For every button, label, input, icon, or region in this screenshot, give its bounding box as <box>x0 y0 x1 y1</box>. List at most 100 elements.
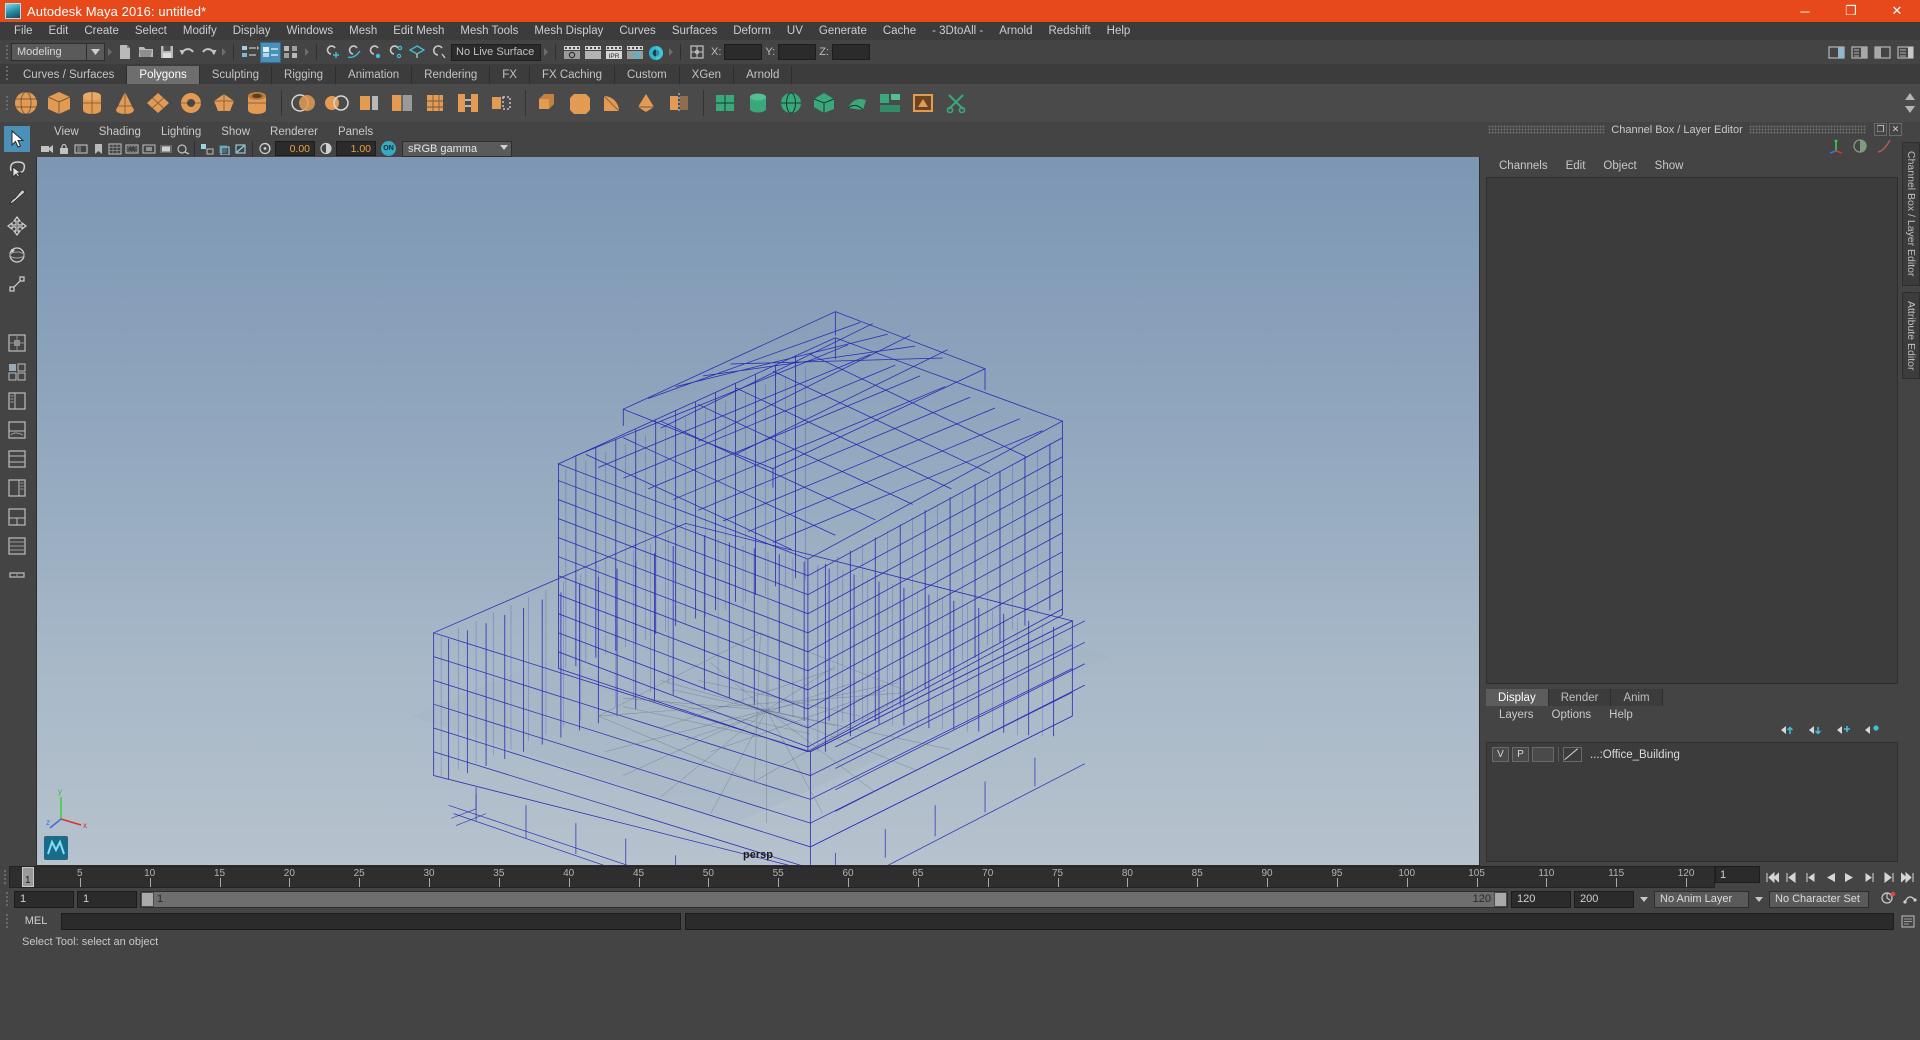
render-sequence-icon[interactable] <box>582 42 603 63</box>
bridge-icon[interactable] <box>453 88 483 118</box>
range-slider-left-handle[interactable] <box>141 891 154 907</box>
menu-item-surfaces[interactable]: Surfaces <box>664 22 725 40</box>
channel-box-content[interactable] <box>1486 177 1898 684</box>
go-to-end-button[interactable] <box>1900 870 1914 884</box>
select-by-component-type-icon[interactable] <box>281 42 302 63</box>
step-forward-key-button[interactable] <box>1881 870 1895 884</box>
step-forward-frame-button[interactable] <box>1862 870 1876 884</box>
show-hide-tool-settings-icon[interactable] <box>1872 42 1893 63</box>
snap-to-projected-center-icon[interactable] <box>385 42 406 63</box>
snap-to-point-icon[interactable] <box>364 42 385 63</box>
viewport-isolate-select-icon[interactable] <box>198 140 215 157</box>
coord-y-input[interactable] <box>778 44 817 60</box>
command-response-field[interactable] <box>685 912 1894 930</box>
mirror-geometry-icon[interactable] <box>664 88 694 118</box>
maximize-button[interactable]: ❐ <box>1828 0 1874 22</box>
panel-drag-dots-left[interactable] <box>1488 125 1606 134</box>
render-current-frame-icon[interactable] <box>561 42 582 63</box>
menu-item-modify[interactable]: Modify <box>175 22 225 40</box>
save-scene-icon[interactable] <box>156 42 177 63</box>
menu-item-deform[interactable]: Deform <box>725 22 779 40</box>
polygon-prism-icon[interactable] <box>209 88 239 118</box>
viewport-color-management-select[interactable]: sRGB gamma <box>402 140 512 157</box>
toolbar-collapse-5[interactable] <box>666 42 675 62</box>
shelf-tab-curves-surfaces[interactable]: Curves / Surfaces <box>11 66 128 84</box>
viewport-menu-shading[interactable]: Shading <box>89 126 151 138</box>
menu-item-mesh-display[interactable]: Mesh Display <box>526 22 611 40</box>
move-tool[interactable] <box>4 213 30 239</box>
create-layer-from-selection-icon[interactable] <box>1864 724 1880 740</box>
command-line-grip[interactable] <box>2 910 11 932</box>
shelf-button-grip[interactable] <box>2 92 11 114</box>
multi-cut-icon[interactable] <box>631 88 661 118</box>
uv-editor-icon[interactable] <box>908 88 938 118</box>
minimize-button[interactable]: ─ <box>1782 0 1828 22</box>
layer-editor-list[interactable]: V P ...:Office_Building <box>1486 742 1898 862</box>
polygon-plane-icon[interactable] <box>143 88 173 118</box>
uv-cylindrical-icon[interactable] <box>743 88 773 118</box>
viewport-resolution-gate-icon[interactable] <box>140 140 157 157</box>
menu-item-redshift[interactable]: Redshift <box>1040 22 1098 40</box>
snap-to-curve-icon[interactable] <box>343 42 364 63</box>
viewport-gamma-field[interactable]: 1.00 <box>336 141 376 157</box>
playback-start-time-field[interactable]: 1 <box>77 890 137 908</box>
mel-label[interactable]: MEL <box>15 915 57 927</box>
channel-box-restore-button[interactable]: ❐ <box>1874 123 1887 136</box>
shelf-tab-fx-caching[interactable]: FX Caching <box>529 66 616 84</box>
viewport-menu-view[interactable]: View <box>44 126 89 138</box>
polygon-torus-icon[interactable] <box>176 88 206 118</box>
anim-layer-dropdown-arrow[interactable] <box>1752 891 1766 908</box>
viewport-exposure-icon[interactable] <box>256 140 273 157</box>
time-slider[interactable]: 1 5 10 15 20 25 30 35 40 45 50 55 60 65 70 75 80 85 90 95 1… <box>9 866 1715 888</box>
menu-item-uv[interactable]: UV <box>779 22 811 40</box>
shelf-tab-xgen[interactable]: XGen <box>679 66 735 84</box>
viewport-two-d-pan-zoom-icon[interactable] <box>174 140 191 157</box>
shelf-tab-rendering[interactable]: Rendering <box>412 66 491 84</box>
booleans-icon[interactable] <box>387 88 417 118</box>
menu-item-curves[interactable]: Curves <box>611 22 663 40</box>
viewport-xray-joints-icon[interactable] <box>232 140 249 157</box>
extract-icon[interactable] <box>354 88 384 118</box>
transform-axes-icon[interactable] <box>1828 138 1844 157</box>
layout-extra-icon[interactable] <box>4 533 30 559</box>
viewport-xray-icon[interactable] <box>215 140 232 157</box>
new-scene-icon[interactable] <box>114 42 135 63</box>
menu-item-help[interactable]: Help <box>1099 22 1139 40</box>
mel-command-input[interactable] <box>61 912 681 930</box>
range-slider-menu-arrow[interactable] <box>1637 891 1651 908</box>
time-slider-current-frame-marker[interactable]: 1 <box>22 867 34 887</box>
select-by-object-type-icon[interactable] <box>260 41 281 63</box>
play-backwards-button[interactable] <box>1823 870 1837 884</box>
layer-color-swatch[interactable] <box>1563 747 1582 762</box>
viewport-3d-canvas[interactable]: y x z persp <box>36 157 1480 866</box>
viewport-gamma-icon[interactable] <box>317 140 334 157</box>
channel-box-menu-object[interactable]: Object <box>1594 160 1645 172</box>
uv-unfold-icon[interactable] <box>842 88 872 118</box>
viewport-gate-mask-icon[interactable] <box>157 140 174 157</box>
append-polygon-icon[interactable] <box>486 88 516 118</box>
play-forwards-button[interactable] <box>1843 870 1857 884</box>
viewport-camera-attributes-icon[interactable] <box>72 140 89 157</box>
viewport-exposure-field[interactable]: 0.00 <box>275 141 315 157</box>
auto-keyframe-icon[interactable] <box>1880 890 1896 908</box>
snap-to-grid-icon[interactable] <box>322 42 343 63</box>
menu-item-edit-mesh[interactable]: Edit Mesh <box>385 22 452 40</box>
layout-outliner-persp-icon[interactable] <box>4 388 30 414</box>
absolute-transform-icon[interactable] <box>686 42 707 63</box>
side-tab-attribute-editor[interactable]: Attribute Editor <box>1902 291 1920 379</box>
viewport-film-gate-icon[interactable] <box>123 140 140 157</box>
menu-item-arnold[interactable]: Arnold <box>991 22 1040 40</box>
viewport-grid-toggle-icon[interactable] <box>106 140 123 157</box>
select-tool[interactable] <box>4 126 30 152</box>
layer-editor-menu-help[interactable]: Help <box>1600 709 1642 721</box>
polygon-pipe-icon[interactable] <box>242 88 272 118</box>
menu-item-edit[interactable]: Edit <box>41 22 77 40</box>
polygon-cone-icon[interactable] <box>110 88 140 118</box>
open-scene-icon[interactable] <box>135 42 156 63</box>
viewport-lock-camera-icon[interactable] <box>55 140 72 157</box>
render-settings-icon[interactable] <box>624 42 645 63</box>
viewport-menu-panels[interactable]: Panels <box>328 126 383 138</box>
close-button[interactable]: ✕ <box>1874 0 1920 22</box>
snap-to-view-planes-icon[interactable] <box>406 42 427 63</box>
bevel-icon[interactable] <box>565 88 595 118</box>
